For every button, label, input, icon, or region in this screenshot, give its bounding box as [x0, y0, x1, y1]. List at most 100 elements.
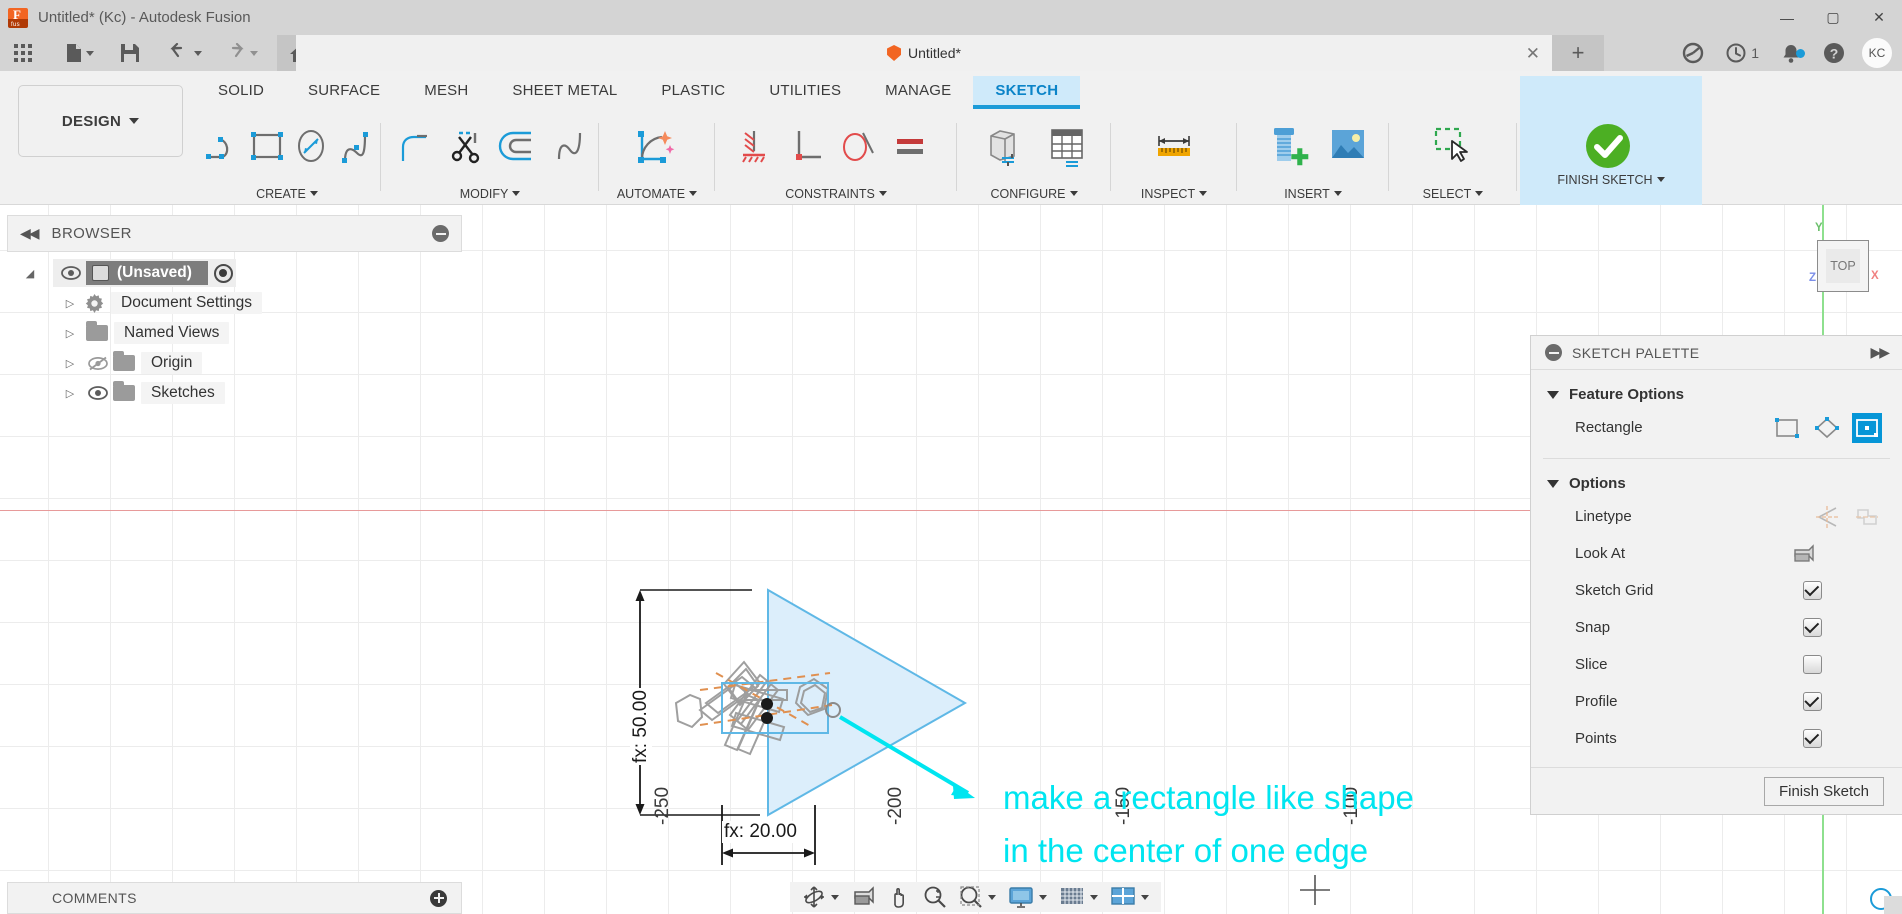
app-grid-icon[interactable] [6, 35, 40, 71]
root-component-chip[interactable]: (Unsaved) [86, 261, 208, 285]
equal-constraint-icon[interactable] [884, 118, 936, 174]
expand-arrow-icon[interactable]: ◢ [7, 267, 53, 280]
fillet-tool-icon[interactable] [388, 118, 440, 174]
browser-item-sketches[interactable]: ▷ Sketches [7, 378, 462, 408]
rectangle-tool-icon[interactable] [245, 118, 290, 174]
ribbon-group-label-insert[interactable]: INSERT [1240, 187, 1386, 201]
ribbon-group-label-inspect[interactable]: INSPECT [1114, 187, 1234, 201]
tab-mesh[interactable]: MESH [402, 76, 490, 109]
look-at-icon[interactable] [845, 882, 881, 912]
vertical-dimension-text[interactable]: fx: 50.00 [630, 688, 652, 765]
browser-item-named-views[interactable]: ▷ Named Views [7, 318, 462, 348]
redo-icon[interactable] [217, 35, 265, 71]
finish-sketch-button[interactable]: Finish Sketch [1763, 776, 1884, 806]
ribbon-group-label-create[interactable]: CREATE [196, 187, 378, 201]
centerline-icon[interactable] [1852, 502, 1882, 532]
expand-arrow-icon[interactable]: ▷ [57, 327, 83, 340]
visibility-eye-off-icon[interactable] [83, 356, 113, 371]
tab-utilities[interactable]: UTILITIES [747, 76, 863, 109]
grid-snaps-icon[interactable] [1053, 882, 1104, 912]
workspace-switcher[interactable]: DESIGN [18, 85, 183, 157]
ribbon-group-label-finish-sketch[interactable]: FINISH SKETCH [1520, 173, 1702, 187]
spline-tool-icon[interactable] [334, 118, 379, 174]
ribbon-group-label-configure[interactable]: CONFIGURE [960, 187, 1108, 201]
line-tool-icon[interactable] [200, 118, 245, 174]
trim-tool-icon[interactable] [440, 118, 492, 174]
measure-icon[interactable] [1148, 118, 1200, 174]
document-tab[interactable]: Untitled* ✕ [296, 35, 1552, 71]
slice-checkbox[interactable] [1803, 655, 1822, 674]
fix-constraint-icon[interactable] [728, 118, 780, 174]
tab-surface[interactable]: SURFACE [286, 76, 402, 109]
insert-mcmaster-icon[interactable] [1254, 118, 1316, 174]
configure-part-icon[interactable] [974, 118, 1036, 174]
insert-canvas-icon[interactable] [1316, 118, 1378, 174]
expand-palette-icon[interactable]: ▶▶ [1870, 344, 1889, 361]
minus-circle-icon[interactable] [1545, 344, 1562, 361]
close-button[interactable]: ✕ [1856, 0, 1902, 35]
tab-plastic[interactable]: PLASTIC [639, 76, 747, 109]
palette-section-title[interactable]: Feature Options [1531, 380, 1902, 409]
chevron-down-icon[interactable] [194, 50, 202, 56]
snap-checkbox[interactable] [1803, 618, 1822, 637]
maximize-button[interactable]: ▢ [1810, 0, 1856, 35]
scrollbar-corner[interactable] [1884, 896, 1902, 914]
look-at-icon[interactable] [1788, 539, 1818, 569]
palette-section-title[interactable]: Options [1531, 469, 1902, 498]
tab-sheet-metal[interactable]: SHEET METAL [490, 76, 639, 109]
save-icon[interactable] [113, 35, 147, 71]
construction-line-icon[interactable] [1812, 502, 1842, 532]
minus-circle-icon[interactable] [432, 225, 449, 242]
horizontal-dimension-text[interactable]: fx: 20.00 [722, 821, 799, 843]
avatar[interactable]: KC [1862, 38, 1892, 68]
ribbon-group-label-modify[interactable]: MODIFY [384, 187, 596, 201]
points-checkbox[interactable] [1803, 729, 1822, 748]
chevron-down-icon[interactable] [1090, 894, 1098, 900]
tab-manage[interactable]: MANAGE [863, 76, 973, 109]
display-settings-icon[interactable] [1002, 882, 1053, 912]
new-file-icon[interactable] [58, 35, 101, 71]
browser-item-document-settings[interactable]: ▷ Document Settings [7, 288, 462, 318]
perpendicular-constraint-icon[interactable] [780, 118, 832, 174]
browser-item-root[interactable]: ◢ (Unsaved) [7, 258, 462, 288]
visibility-eye-icon[interactable] [56, 266, 86, 280]
select-tool-icon[interactable] [1426, 118, 1478, 174]
finish-sketch-icon[interactable] [1582, 118, 1634, 174]
expand-arrow-icon[interactable]: ▷ [57, 357, 83, 370]
tab-sketch[interactable]: SKETCH [973, 76, 1081, 109]
new-document-tab-button[interactable]: + [1552, 35, 1604, 71]
minimize-button[interactable]: — [1764, 0, 1810, 35]
comments-bar[interactable]: COMMENTS [7, 882, 462, 914]
rect-3point-icon[interactable] [1812, 413, 1842, 443]
rect-2point-icon[interactable] [1772, 413, 1802, 443]
ribbon-group-finish-sketch[interactable]: FINISH SKETCH [1520, 76, 1702, 205]
expand-arrow-icon[interactable]: ▷ [57, 387, 83, 400]
circle-tool-icon[interactable] [289, 118, 334, 174]
chevron-down-icon[interactable] [831, 894, 839, 900]
auto-constrain-icon[interactable] [628, 118, 680, 174]
ribbon-group-label-constraints[interactable]: CONSTRAINTS [718, 187, 954, 201]
visibility-eye-icon[interactable] [83, 386, 113, 400]
zoom-icon[interactable] [917, 882, 953, 912]
data-panel-icon[interactable] [1671, 42, 1715, 64]
chevron-down-icon[interactable] [1141, 894, 1149, 900]
ribbon-group-label-automate[interactable]: AUTOMATE [602, 187, 712, 201]
notifications-icon[interactable] [1770, 43, 1812, 64]
activate-component-radio[interactable] [213, 263, 233, 283]
plus-circle-icon[interactable] [430, 889, 447, 907]
tab-solid[interactable]: SOLID [196, 76, 286, 109]
rect-center-icon[interactable] [1852, 412, 1882, 443]
close-document-icon[interactable]: ✕ [1526, 44, 1540, 64]
break-curve-icon[interactable] [544, 118, 596, 174]
profile-checkbox[interactable] [1803, 692, 1822, 711]
collapse-browser-icon[interactable]: ◀◀ [20, 225, 39, 242]
chevron-down-icon[interactable] [988, 894, 996, 900]
browser-item-origin[interactable]: ▷ Origin [7, 348, 462, 378]
configure-table-icon[interactable] [1036, 118, 1098, 174]
undo-icon[interactable] [161, 35, 209, 71]
expand-arrow-icon[interactable]: ▷ [57, 297, 83, 310]
sketch-grid-checkbox[interactable] [1803, 581, 1822, 600]
tangent-constraint-icon[interactable] [832, 118, 884, 174]
job-status-icon[interactable]: 1 [1715, 43, 1770, 63]
pan-icon[interactable] [881, 882, 917, 912]
